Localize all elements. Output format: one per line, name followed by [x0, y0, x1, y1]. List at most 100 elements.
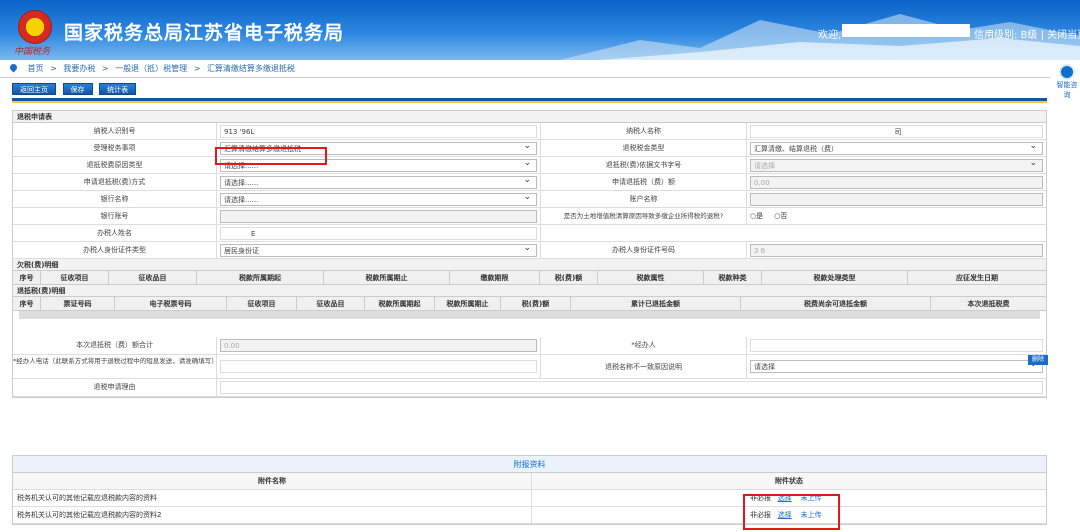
- apply-reason-input[interactable]: [220, 381, 1043, 394]
- phone-input[interactable]: [220, 360, 537, 373]
- col-header: 税款属性: [598, 271, 704, 284]
- col-header: 累计已退抵金额: [571, 297, 741, 310]
- save-button[interactable]: 保存: [62, 83, 93, 95]
- radio-no[interactable]: ○否: [774, 212, 787, 220]
- field-label: 银行名称: [13, 191, 217, 207]
- col-header: 序号: [13, 297, 41, 310]
- total-field: 0.00: [220, 339, 537, 352]
- field-label: 账户名称: [541, 191, 747, 207]
- field-label: 退税申请理由: [13, 379, 217, 396]
- delete-button[interactable]: 删除: [1028, 355, 1049, 365]
- col-header: 税(费)额: [501, 297, 571, 310]
- arrears-table-header: 序号 征收项目 征收品目 税款所属期起 税款所属期止 缴款期限 税(费)额 税款…: [13, 271, 1046, 285]
- field-label: *经办人电话（此联系方式将用于退税过程中的短息发送，请准确填写）: [13, 355, 218, 378]
- arrears-section-title: 欠税(费)明细: [13, 259, 1046, 271]
- col-header: 序号: [13, 271, 41, 284]
- attachments-panel: 附报资料 附件名称 附件状态 税务机关认可的其他记载应退税款内容的资料 非必报 …: [12, 455, 1047, 525]
- col-header: 税(费)额: [540, 271, 598, 284]
- highlight-box: [743, 494, 840, 530]
- attachment-name: 税务机关认可的其他记载应退税款内容的资料: [13, 490, 532, 506]
- col-header: 征收品目: [297, 297, 365, 310]
- col-header: 征收品目: [109, 271, 197, 284]
- accent-divider: [12, 101, 1047, 103]
- radio-yes[interactable]: ○是: [750, 212, 763, 220]
- form-row: 退税申请理由: [13, 379, 1046, 397]
- document-number-select[interactable]: 请选择: [750, 159, 1043, 172]
- col-header: 附件状态: [775, 477, 803, 485]
- mismatch-reason-select[interactable]: 请选择: [750, 360, 1043, 373]
- form-row: 受理税务事项 汇算清缴结算多缴退抵税 退税税金类型 汇算清缴、结算退税（费）: [13, 140, 1046, 157]
- col-header: 电子税票号码: [115, 297, 227, 310]
- welcome-text: 欢迎,: [818, 30, 842, 41]
- col-header: 缴款期限: [450, 271, 540, 284]
- id-number-field: 3 6: [750, 244, 1043, 257]
- form-row: 退抵税费原因类型 请选择...... 退抵税(费)依据文书字号 请选择: [13, 157, 1046, 174]
- handler-name-field: E: [220, 227, 537, 240]
- col-header: 本次退抵税费: [967, 300, 1010, 308]
- agent-input[interactable]: [750, 339, 1043, 352]
- col-header: 税款处理类型: [762, 271, 908, 284]
- back-home-button[interactable]: 返回主页: [12, 83, 56, 95]
- field-label: 申请退抵税（费）额: [541, 174, 747, 190]
- form-row: 银行账号 是否为土地增值税清算原因导致多缴企业所得税的退税? ○是 ○否: [13, 208, 1046, 225]
- user-info[interactable]: 信用级别: B级 | 关闭当页: [974, 26, 1080, 41]
- field-label: 申请退抵税(费)方式: [13, 174, 217, 190]
- horizontal-scrollbar[interactable]: [19, 311, 1040, 319]
- field-label: 本次退抵税（费）额合计: [13, 337, 217, 354]
- field-label: 办税人身份证件号码: [541, 242, 747, 258]
- attachment-row: 税务机关认可的其他记载应退税款内容的资料2 非必报 选择 未上传: [13, 507, 1046, 524]
- header-banner: 中国税务 国家税务总局江苏省电子税务局 欢迎, 信用级别: B级 | 关闭当页: [0, 0, 1080, 60]
- taxpayer-name-field: 司: [750, 125, 1043, 138]
- section-title: 退税申请表: [13, 111, 1046, 123]
- headset-icon: [1059, 64, 1075, 80]
- attachments-title: 附报资料: [13, 456, 1046, 473]
- crumb-home[interactable]: 首页: [28, 64, 44, 73]
- crumb-current: 汇算清缴结算多缴退抵税: [206, 64, 295, 73]
- form-row: 申请退抵税(费)方式 请选择...... 申请退抵税（费）额 0.00: [13, 174, 1046, 191]
- col-header: 税款所属期止: [435, 297, 501, 310]
- field-label: 纳税人识别号: [13, 123, 217, 139]
- field-label: [541, 225, 747, 241]
- field-label: 受理税务事项: [13, 140, 217, 156]
- field-label: *经办人: [541, 337, 747, 354]
- col-header: 税款所属期止: [324, 271, 450, 284]
- col-header: 税款所属期起: [365, 297, 435, 310]
- col-header: 票证号码: [41, 297, 115, 310]
- refund-method-select[interactable]: 请选择......: [220, 176, 537, 189]
- field-label: 退税税金类型: [541, 140, 747, 156]
- crumb-refund-mgmt[interactable]: 一般退（抵）税管理: [115, 64, 187, 73]
- field-label: 退税名称不一致原因说明: [541, 355, 747, 378]
- breadcrumb: 首页 > 我要办税 > 一般退（抵）税管理 > 汇算清缴结算多缴退抵税: [0, 60, 1050, 78]
- stats-button[interactable]: 统计表: [99, 83, 137, 95]
- attachments-header: 附件名称 附件状态: [13, 473, 1046, 490]
- id-type-select[interactable]: 居民身份证: [220, 244, 537, 257]
- field-label: 办税人姓名: [13, 225, 217, 241]
- bank-name-select[interactable]: 请选择......: [220, 193, 537, 206]
- attachment-name: 税务机关认可的其他记载应退税款内容的资料2: [13, 507, 532, 523]
- assistant-widget[interactable]: 智能咨询: [1054, 60, 1080, 99]
- field-label: 是否为土地增值税清算原因导致多缴企业所得税的退税?: [541, 208, 747, 224]
- logo-signature: 中国税务: [14, 47, 51, 57]
- refund-amount-field: 0.00: [750, 176, 1043, 189]
- col-header: 征收项目: [227, 297, 297, 310]
- location-pin-icon: [8, 62, 19, 73]
- redacted-user: [842, 24, 970, 37]
- col-header: 税款种类: [704, 271, 762, 284]
- col-header: 税款所属期起: [197, 271, 324, 284]
- toolbar: 返回主页 保存 统计表: [12, 83, 140, 95]
- bank-account-field: [220, 210, 537, 223]
- field-label: 退抵税(费)依据文书字号: [541, 157, 747, 173]
- col-header: 附件名称: [13, 473, 532, 489]
- refund-type-select[interactable]: 汇算清缴、结算退税（费）: [750, 142, 1043, 155]
- site-title: 国家税务总局江苏省电子税务局: [64, 22, 345, 44]
- field-label: 纳税人名称: [541, 123, 747, 139]
- field-label: 银行账号: [13, 208, 217, 224]
- refund-form: 退税申请表 纳税人识别号 913 '96L 纳税人名称 司 受理税务事项 汇算清…: [12, 110, 1047, 398]
- attachment-row: 税务机关认可的其他记载应退税款内容的资料 非必报 选择 未上传: [13, 490, 1046, 507]
- account-name-field: [750, 193, 1043, 206]
- highlight-box: [215, 147, 327, 165]
- crumb-sep: >: [193, 64, 201, 73]
- form-row: 银行名称 请选择...... 账户名称: [13, 191, 1046, 208]
- taxpayer-id-field: 913 '96L: [220, 125, 537, 138]
- crumb-tax[interactable]: 我要办税: [63, 64, 95, 73]
